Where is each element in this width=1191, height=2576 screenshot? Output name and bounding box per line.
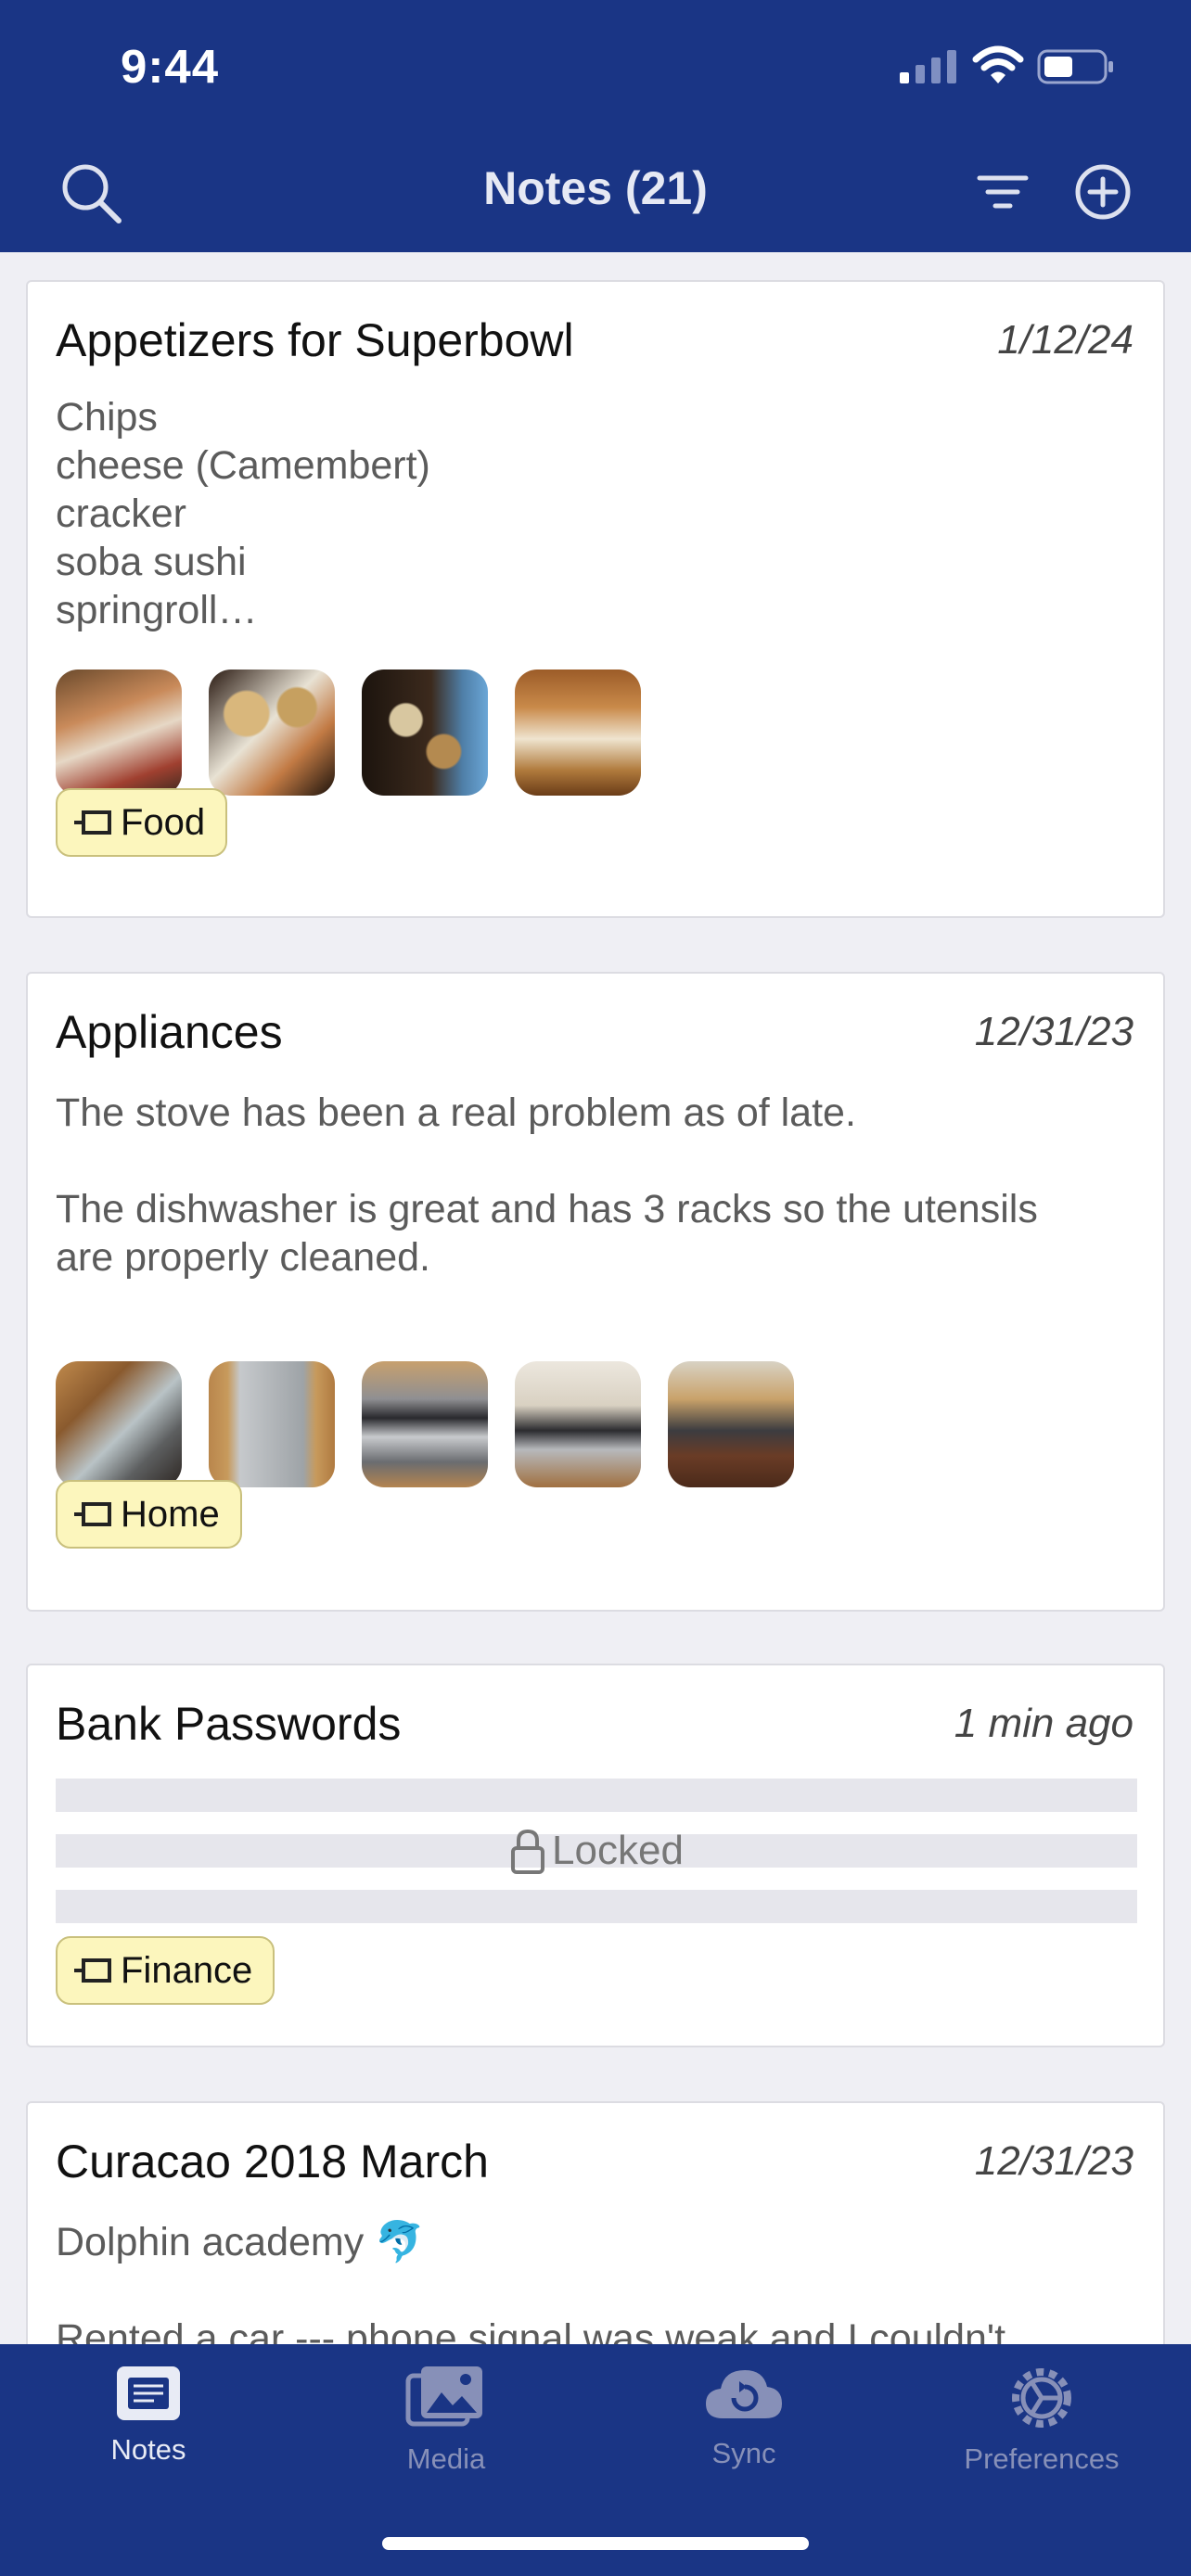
tab-label: Media xyxy=(406,2442,486,2475)
note-title: Appliances xyxy=(56,1006,283,1058)
tab-media[interactable]: Media xyxy=(298,2363,595,2502)
note-date: 1 min ago xyxy=(954,1701,1133,1746)
photo-thumbnail[interactable] xyxy=(209,1361,335,1487)
tag-icon xyxy=(74,810,111,835)
tab-sync[interactable]: Sync xyxy=(596,2363,892,2502)
wifi-icon xyxy=(972,45,1024,83)
lock-icon xyxy=(511,1829,545,1874)
note-title: Appetizers for Superbowl xyxy=(56,314,574,366)
photo-strip xyxy=(56,670,641,796)
note-date: 1/12/24 xyxy=(997,317,1133,363)
add-note-icon[interactable] xyxy=(1074,163,1132,221)
nav-header: 9:44 Notes (21) xyxy=(0,0,1191,252)
home-indicator xyxy=(382,2537,809,2550)
note-body: The stove has been a real problem as of … xyxy=(56,1090,1038,1280)
status-time: 9:44 xyxy=(121,40,220,93)
tab-label: Preferences xyxy=(964,2442,1120,2475)
tag-chip[interactable]: Food xyxy=(56,788,228,857)
tag-chip[interactable]: Finance xyxy=(56,1936,275,2005)
tab-label: Sync xyxy=(711,2437,776,2469)
note-body: Chips cheese (Camembert) cracker soba su… xyxy=(56,395,430,632)
locked-indicator: Locked xyxy=(56,1823,1137,1879)
note-title: Curacao 2018 March xyxy=(56,2136,489,2187)
preferences-icon xyxy=(1012,2368,1071,2428)
media-icon xyxy=(405,2366,482,2427)
note-date: 12/31/23 xyxy=(974,1009,1133,1054)
tag-icon xyxy=(74,1958,111,1983)
tab-label: Notes xyxy=(110,2433,186,2466)
cellular-signal-icon xyxy=(900,50,956,83)
note-title: Bank Passwords xyxy=(56,1698,402,1750)
note-body: Dolphin academy 🐬 Rented a car --- phone… xyxy=(56,2220,1006,2344)
tag-icon xyxy=(74,1502,111,1526)
placeholder-bar xyxy=(56,1779,1137,1812)
photo-thumbnail[interactable] xyxy=(56,1361,182,1487)
tag-label: Finance xyxy=(121,1949,253,1991)
locked-label: Locked xyxy=(552,1828,684,1873)
notes-list[interactable]: Appetizers for Superbowl 1/12/24 Chips c… xyxy=(0,252,1191,2344)
battery-icon xyxy=(1037,49,1113,84)
photo-strip xyxy=(56,1361,794,1487)
note-card[interactable]: Curacao 2018 March 12/31/23 Dolphin acad… xyxy=(26,2101,1165,2344)
photo-thumbnail[interactable] xyxy=(56,670,182,796)
locked-placeholder: Locked xyxy=(56,1779,1137,1923)
note-date: 12/31/23 xyxy=(974,2138,1133,2184)
sync-icon xyxy=(706,2370,782,2418)
placeholder-bar xyxy=(56,1890,1137,1923)
photo-thumbnail[interactable] xyxy=(209,670,335,796)
photo-thumbnail[interactable] xyxy=(515,670,641,796)
tag-label: Home xyxy=(121,1493,220,1535)
photo-thumbnail[interactable] xyxy=(362,1361,488,1487)
tab-notes[interactable]: Notes xyxy=(0,2363,297,2502)
tag-label: Food xyxy=(121,801,206,843)
photo-thumbnail[interactable] xyxy=(668,1361,794,1487)
tab-preferences[interactable]: Preferences xyxy=(893,2363,1190,2502)
tag-chip[interactable]: Home xyxy=(56,1480,242,1549)
note-card[interactable]: Appliances 12/31/23 The stove has been a… xyxy=(26,972,1165,1612)
notes-icon xyxy=(117,2366,180,2420)
note-card[interactable]: Bank Passwords 1 min ago Locked Finance xyxy=(26,1664,1165,2047)
photo-thumbnail[interactable] xyxy=(515,1361,641,1487)
note-card[interactable]: Appetizers for Superbowl 1/12/24 Chips c… xyxy=(26,280,1165,918)
filter-icon[interactable] xyxy=(976,165,1030,219)
photo-thumbnail[interactable] xyxy=(362,670,488,796)
